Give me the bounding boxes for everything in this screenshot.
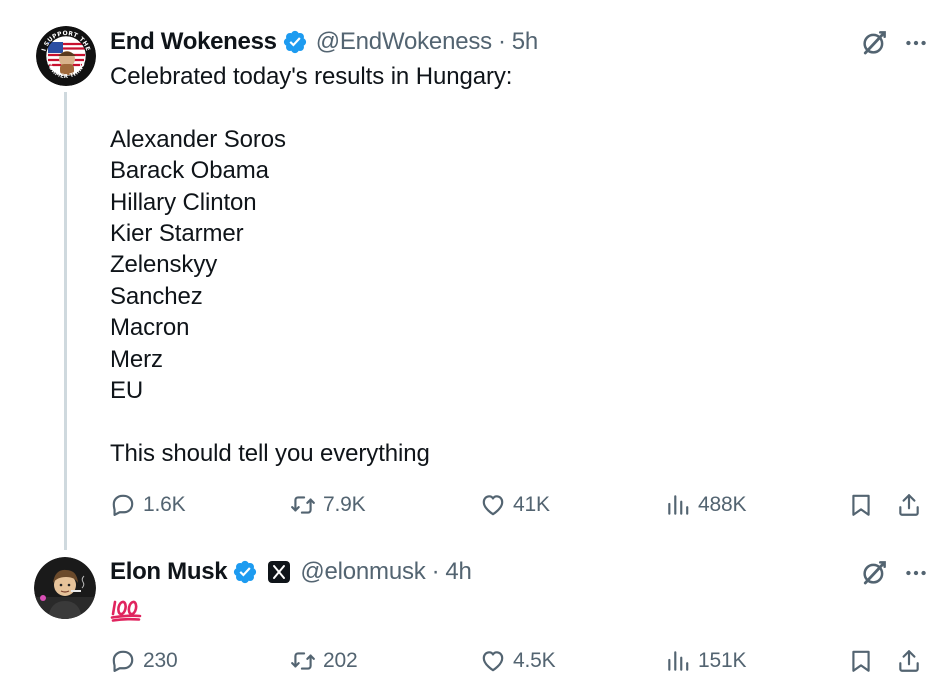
tweet-line: Merz xyxy=(110,345,163,373)
reply-count: 1.6K xyxy=(143,493,186,516)
view-count: 151K xyxy=(698,649,747,672)
share-icon xyxy=(896,648,922,674)
reply-button[interactable]: 230 xyxy=(110,646,178,676)
tweet-line: EU xyxy=(110,376,144,404)
reply-icon xyxy=(110,648,136,674)
avatar[interactable]: I SUPPORT THE FORMER THING xyxy=(36,26,96,86)
tweet-line: Hillary Clinton xyxy=(110,188,257,216)
tweet-top-actions xyxy=(859,28,929,58)
tweet-end-wokeness: I SUPPORT THE FORMER THING End Wokeness … xyxy=(0,0,949,550)
verified-badge-icon[interactable] xyxy=(232,559,258,585)
views-icon xyxy=(665,492,691,518)
reply-icon xyxy=(110,492,136,518)
separator: · xyxy=(431,558,440,585)
like-button[interactable]: 41K xyxy=(480,490,550,520)
grok-icon[interactable] xyxy=(859,28,889,58)
thread-line xyxy=(64,92,67,550)
reply-count: 230 xyxy=(143,649,178,672)
tweet-line: Barack Obama xyxy=(110,157,269,185)
bookmark-icon xyxy=(848,648,874,674)
repost-count: 7.9K xyxy=(323,493,366,516)
x-logo-badge[interactable] xyxy=(268,561,291,583)
like-button[interactable]: 4.5K xyxy=(480,646,556,676)
tweet-actions: 1.6K 7.9K 41K 488K xyxy=(110,490,925,520)
avatar-image: I SUPPORT THE FORMER THING xyxy=(36,26,96,86)
views-icon xyxy=(665,648,691,674)
tweet-line xyxy=(110,406,512,437)
timestamp[interactable]: 4h xyxy=(445,558,471,586)
repost-icon xyxy=(290,492,316,518)
bookmark-button[interactable] xyxy=(848,490,874,520)
views-button[interactable]: 488K xyxy=(665,490,746,520)
avatar-image xyxy=(34,557,96,619)
bookmark-icon xyxy=(848,492,874,518)
x-logo-icon xyxy=(273,565,286,579)
tweet-line: Sanchez xyxy=(110,282,203,310)
tweet-header: End Wokeness @EndWokeness · 5h xyxy=(110,27,538,57)
more-icon[interactable] xyxy=(903,30,929,56)
verified-badge-icon[interactable] xyxy=(282,29,308,55)
tweet-header: Elon Musk @elonmusk · 4h xyxy=(110,557,472,587)
handle[interactable]: @elonmusk xyxy=(300,558,425,586)
tweet-line xyxy=(110,92,512,123)
tweet-actions: 230 202 4.5K 151K xyxy=(110,646,925,676)
heart-icon xyxy=(480,492,506,518)
share-icon xyxy=(896,492,922,518)
tweet-line: Zelenskyy xyxy=(110,251,218,279)
views-button[interactable]: 151K xyxy=(665,646,746,676)
tweet-line: Celebrated today's results in Hungary: xyxy=(110,63,513,90)
tweet-text: Celebrated today's results in Hungary: A… xyxy=(110,61,512,469)
share-button[interactable] xyxy=(896,646,922,676)
share-button[interactable] xyxy=(896,490,922,520)
repost-button[interactable]: 7.9K xyxy=(290,490,366,520)
display-name[interactable]: End Wokeness xyxy=(110,28,277,56)
repost-icon xyxy=(290,648,316,674)
repost-button[interactable]: 202 xyxy=(290,646,358,676)
bookmark-button[interactable] xyxy=(848,646,874,676)
view-count: 488K xyxy=(698,493,747,516)
reply-button[interactable]: 1.6K xyxy=(110,490,186,520)
like-count: 41K xyxy=(513,493,550,516)
separator: · xyxy=(497,28,506,55)
repost-count: 202 xyxy=(323,649,358,672)
tweet-line: Kier Starmer xyxy=(110,219,244,247)
more-icon[interactable] xyxy=(903,560,929,586)
tweet-line: Alexander Soros xyxy=(110,125,286,153)
tweet-line: This should tell you everything xyxy=(110,439,430,467)
grok-icon[interactable] xyxy=(859,558,889,588)
hundred-points-emoji: 💯 xyxy=(110,600,142,622)
handle[interactable]: @EndWokeness xyxy=(316,28,492,56)
display-name[interactable]: Elon Musk xyxy=(110,558,228,586)
tweet-top-actions xyxy=(859,558,929,588)
like-count: 4.5K xyxy=(513,649,556,672)
avatar[interactable] xyxy=(34,557,96,619)
timestamp[interactable]: 5h xyxy=(512,28,538,56)
heart-icon xyxy=(480,648,506,674)
tweet-line: Macron xyxy=(110,314,190,342)
